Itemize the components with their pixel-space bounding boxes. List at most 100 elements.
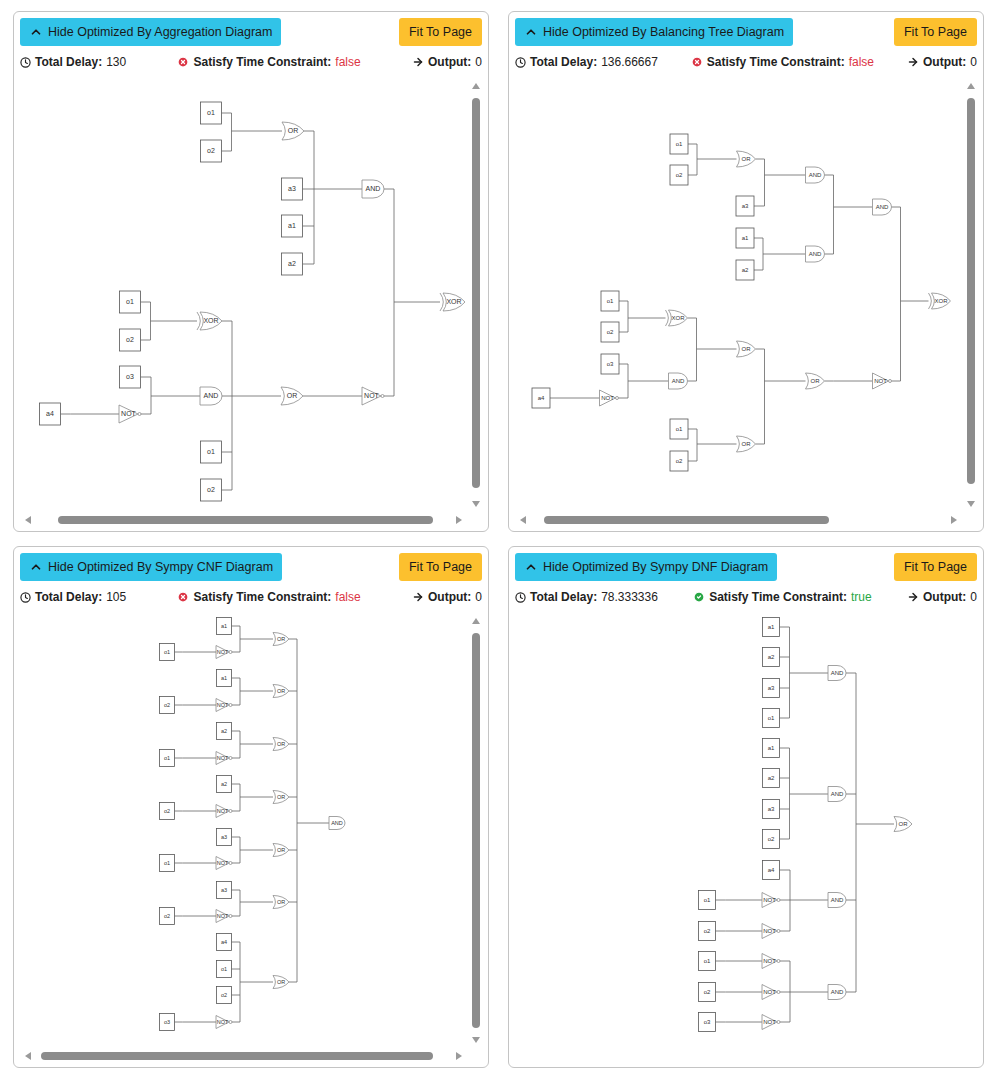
diagram-canvas[interactable]: a1a2a3o1ANDa1a2a3o2ANDa4o1NOTo2NOTANDo1N… <box>509 613 963 1048</box>
gate-node[interactable]: NOT <box>216 699 232 712</box>
gate-node[interactable]: NOT <box>762 1015 780 1030</box>
input-node[interactable]: a1 <box>736 228 754 248</box>
toggle-diagram-button[interactable]: Hide Optimized By Aggregation Diagram <box>20 18 281 46</box>
gate-node[interactable]: XOR <box>197 312 222 330</box>
scroll-right-icon[interactable] <box>456 516 462 524</box>
gate-node[interactable]: NOT <box>762 924 780 939</box>
input-node[interactable]: o2 <box>601 322 619 342</box>
toggle-diagram-button[interactable]: Hide Optimized By Sympy CNF Diagram <box>20 553 282 581</box>
input-node[interactable]: o2 <box>699 922 716 941</box>
input-node[interactable]: o1 <box>699 952 716 971</box>
scroll-down-icon[interactable] <box>472 501 480 507</box>
scroll-thumb[interactable] <box>41 1052 433 1060</box>
gate-node[interactable]: XOR <box>440 293 465 311</box>
gate-node[interactable]: AND <box>828 666 846 681</box>
input-node[interactable]: o3 <box>601 354 619 374</box>
input-node[interactable]: o1 <box>699 891 716 910</box>
input-node[interactable]: a3 <box>763 679 780 698</box>
input-node[interactable]: o1 <box>160 855 175 872</box>
input-node[interactable]: o1 <box>763 709 780 728</box>
input-node[interactable]: a3 <box>282 178 303 200</box>
input-node[interactable]: a2 <box>282 253 303 275</box>
vertical-scrollbar[interactable] <box>963 78 979 512</box>
gate-node[interactable]: NOT <box>762 954 780 969</box>
fit-to-page-button[interactable]: Fit To Page <box>399 18 482 46</box>
toggle-diagram-button[interactable]: Hide Optimized By Balancing Tree Diagram <box>515 18 793 46</box>
input-node[interactable]: o1 <box>670 134 688 154</box>
input-node[interactable]: a3 <box>736 196 754 216</box>
gate-node[interactable]: NOT <box>762 985 780 1000</box>
fit-to-page-button[interactable]: Fit To Page <box>894 553 977 581</box>
input-node[interactable]: o2 <box>217 987 232 1004</box>
input-node[interactable]: o1 <box>160 750 175 767</box>
scroll-left-icon[interactable] <box>25 1052 31 1060</box>
input-node[interactable]: o2 <box>201 140 222 162</box>
fit-to-page-button[interactable]: Fit To Page <box>894 18 977 46</box>
input-node[interactable]: o2 <box>160 697 175 714</box>
vertical-scrollbar[interactable] <box>468 613 484 1048</box>
gate-node[interactable]: OR <box>282 122 304 140</box>
input-node[interactable]: o3 <box>120 366 141 388</box>
scroll-down-icon[interactable] <box>967 501 975 507</box>
scroll-thumb[interactable] <box>544 516 829 524</box>
scroll-thumb[interactable] <box>472 633 480 1028</box>
scroll-left-icon[interactable] <box>520 516 526 524</box>
gate-node[interactable]: AND <box>828 787 846 802</box>
fit-to-page-button[interactable]: Fit To Page <box>399 553 482 581</box>
input-node[interactable]: a4 <box>763 861 780 880</box>
gate-node[interactable]: XOR <box>666 310 688 326</box>
horizontal-scrollbar[interactable] <box>509 512 983 528</box>
gate-node[interactable]: OR <box>273 976 289 989</box>
input-node[interactable]: o2 <box>763 830 780 849</box>
input-node[interactable]: o3 <box>699 1013 716 1032</box>
input-node[interactable]: o2 <box>160 908 175 925</box>
gate-node[interactable]: AND <box>873 199 892 215</box>
gate-node[interactable]: OR <box>737 341 756 357</box>
scroll-right-icon[interactable] <box>951 516 957 524</box>
input-node[interactable]: o2 <box>699 983 716 1002</box>
scroll-down-icon[interactable] <box>472 1037 480 1043</box>
gate-node[interactable]: OR <box>273 791 289 804</box>
gate-node[interactable]: NOT <box>216 857 232 870</box>
gate-node[interactable]: OR <box>806 373 825 389</box>
gate-node[interactable]: OR <box>737 151 756 167</box>
input-node[interactable]: o1 <box>160 644 175 661</box>
gate-node[interactable]: NOT <box>600 390 619 406</box>
gate-node[interactable]: AND <box>806 246 825 262</box>
gate-node[interactable]: AND <box>828 985 846 1000</box>
gate-node[interactable]: NOT <box>216 1016 232 1029</box>
input-node[interactable]: a1 <box>763 618 780 637</box>
input-node[interactable]: o2 <box>670 451 688 471</box>
input-node[interactable]: o2 <box>160 803 175 820</box>
input-node[interactable]: a4 <box>217 934 232 951</box>
input-node[interactable]: a2 <box>736 260 754 280</box>
input-node[interactable]: a2 <box>217 776 232 793</box>
gate-node[interactable]: NOT <box>216 805 232 818</box>
gate-node[interactable]: OR <box>273 896 289 909</box>
gate-node[interactable]: AND <box>828 893 846 908</box>
gate-node[interactable]: OR <box>737 436 756 452</box>
diagram-canvas[interactable]: o1o2ORa3a1a2ANDo1o2XORo3a4NOTANDo1o2ORNO… <box>14 78 468 512</box>
input-node[interactable]: o2 <box>670 165 688 185</box>
horizontal-scrollbar[interactable] <box>14 512 488 528</box>
gate-node[interactable]: NOT <box>762 893 780 908</box>
diagram-canvas[interactable]: a1o1NOTORa1o2NOTORa2o1NOTORa2o2NOTORa3o1… <box>14 613 468 1048</box>
scroll-up-icon[interactable] <box>967 83 975 89</box>
gate-node[interactable]: OR <box>273 685 289 698</box>
input-node[interactable]: o2 <box>201 479 222 501</box>
gate-node[interactable]: NOT <box>119 405 141 423</box>
gate-node[interactable]: AND <box>362 180 384 198</box>
gate-node[interactable]: AND <box>669 373 688 389</box>
diagram-canvas[interactable]: o1o2ORa3ANDa1a2ANDANDo1o2XORo3a4NOTANDOR… <box>509 78 963 512</box>
input-node[interactable]: o2 <box>120 329 141 351</box>
toggle-diagram-button[interactable]: Hide Optimized By Sympy DNF Diagram <box>515 553 777 581</box>
input-node[interactable]: a2 <box>217 723 232 740</box>
input-node[interactable]: a2 <box>763 648 780 667</box>
gate-node[interactable]: AND <box>806 167 825 183</box>
input-node[interactable]: a1 <box>763 739 780 758</box>
input-node[interactable]: o1 <box>670 419 688 439</box>
horizontal-scrollbar[interactable] <box>14 1048 488 1064</box>
scroll-right-icon[interactable] <box>456 1052 462 1060</box>
scroll-thumb[interactable] <box>472 98 480 488</box>
input-node[interactable]: a1 <box>217 618 232 635</box>
